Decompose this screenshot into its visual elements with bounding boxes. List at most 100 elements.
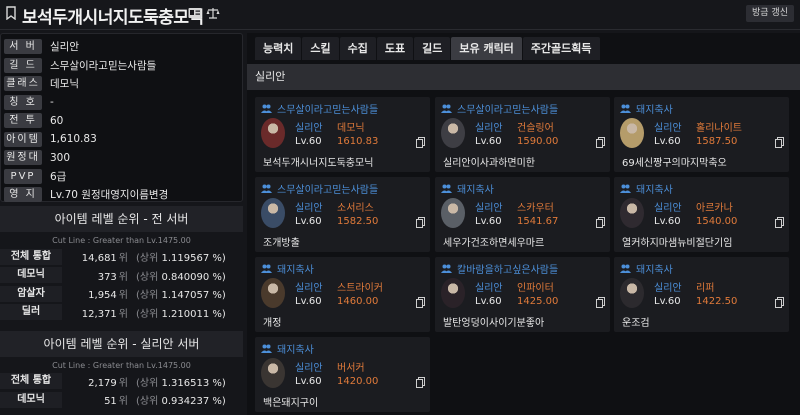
tab-1[interactable]: 능력치 — [255, 37, 302, 60]
rank-category: 전체 통합 — [0, 373, 62, 389]
character-card[interactable]: 돼지축사 실리안 홀리나이트 Lv.60 1587.50 69세신짱구의마지막축오 — [614, 97, 789, 172]
character-card[interactable]: 스무살이라고믿는사람들 실리안 건슬링어 Lv.60 1590.00 실리안이사과하면미한 — [435, 97, 610, 172]
character-card[interactable]: 스무살이라고믿는사람들 실리안 소서리스 Lv.60 1582.50 조개방출 — [255, 177, 430, 252]
character-level: Lv.60 — [295, 216, 322, 227]
character-item-level: 1540.00 — [696, 216, 738, 227]
rank-percent-cell: (상위 0.934237 %) — [136, 392, 226, 407]
copy-icon[interactable] — [775, 137, 784, 148]
guild-name: 돼지축사 — [636, 105, 673, 116]
guild-name: 돼지축사 — [636, 185, 673, 196]
character-card[interactable]: 돼지축사 실리안 스카우터 Lv.60 1541.67 세우가건조하면세우마르 — [435, 177, 610, 252]
rank-percent-prefix: (상위 — [136, 253, 159, 264]
scale-icon[interactable] — [206, 7, 220, 19]
rank-number: 12,371 — [81, 308, 117, 320]
character-item-level: 1582.50 — [337, 216, 379, 227]
rank-percent-cell: (상위 1.147057 %) — [136, 286, 226, 301]
header-bar: 보석두개시너지도둑충모닉 방금 갱신 — [0, 0, 800, 30]
title-icon-group — [188, 7, 220, 19]
character-level: Lv.60 — [475, 216, 502, 227]
rank-row: 데모닉 51 위 (상위 0.934237 %) — [0, 391, 243, 408]
profile-value: 6급 — [50, 170, 67, 183]
profile-label: 길 드 — [4, 57, 42, 73]
guild-name: 스무살이라고믿는사람들 — [277, 185, 379, 196]
character-card[interactable]: 돼지축사 실리안 버서커 Lv.60 1420.00 백은돼지구이 — [255, 337, 430, 412]
copy-icon[interactable] — [596, 137, 605, 148]
profile-row: 칭 호- — [4, 94, 239, 112]
copy-icon[interactable] — [596, 297, 605, 308]
rank-row: 암살자 1,954 위 (상위 1.147057 %) — [0, 285, 243, 302]
character-level: Lv.60 — [475, 136, 502, 147]
character-card[interactable]: 돼지축사 실리안 리퍼 Lv.60 1422.50 운조검 — [614, 257, 789, 332]
character-card[interactable]: 돼지축사 실리안 아르카나 Lv.60 1540.00 열커하지마샘뉴비절단기임 — [614, 177, 789, 252]
character-portrait — [441, 278, 465, 308]
tab-3[interactable]: 수집 — [339, 37, 376, 60]
rank-number: 1,954 — [88, 290, 117, 301]
profile-row: 길 드 스무살이라고믿는사람들 — [4, 57, 239, 75]
character-nickname: 발탄엉덩이사이기분좋아 — [443, 318, 545, 329]
tab-5[interactable]: 길드 — [414, 37, 451, 60]
copy-icon[interactable] — [416, 297, 425, 308]
people-icon — [261, 344, 272, 353]
rank-row: 전체 통합 2,179 위 (상위 1.316513 %) — [0, 373, 243, 390]
guild-name: 돼지축사 — [457, 185, 494, 196]
character-nickname: 69세신짱구의마지막축오 — [622, 158, 727, 169]
copy-icon[interactable] — [416, 217, 425, 228]
copy-icon[interactable] — [596, 217, 605, 228]
tab-2[interactable]: 스킬 — [302, 37, 339, 60]
character-card[interactable]: 스무살이라고믿는사람들 실리안 데모닉 Lv.60 1610.83 보석두개시너지도둑충모… — [255, 97, 430, 172]
character-class: 홀리나이트 — [696, 123, 742, 134]
rank-category: 데모닉 — [0, 267, 62, 283]
guild-line: 스무살이라고믿는사람들 — [261, 101, 378, 116]
bookmark-icon[interactable] — [5, 6, 17, 20]
profile-row: 아이템 1,610.83 — [4, 131, 239, 149]
people-icon — [620, 104, 631, 113]
rank-percent: 1.147057 %) — [161, 290, 226, 301]
rank-number-cell: 51 위 — [62, 392, 130, 407]
rank-number-cell: 373 위 — [62, 268, 130, 283]
rank-category: 암살자 — [0, 285, 62, 302]
character-item-level: 1425.00 — [517, 296, 559, 307]
rank-unit: 위 — [118, 290, 128, 301]
character-class: 데모닉 — [337, 123, 365, 134]
guild-line: 스무살이라고믿는사람들 — [261, 181, 378, 196]
character-server: 실리안 — [654, 203, 682, 214]
rank-server-title: 아이템 레벨 순위 - 실리안 서버 — [0, 330, 243, 357]
rank-percent-cell: (상위 0.840090 %) — [136, 268, 226, 283]
rank-row: 전체 통합 14,681 위 (상위 1.119567 %) — [0, 248, 243, 265]
character-item-level: 1587.50 — [696, 136, 738, 147]
profile-row: 원정대 300 — [4, 149, 239, 167]
server-filter-bar[interactable]: 실리안 — [247, 64, 800, 90]
tab-7[interactable]: 주간골드획득 — [522, 37, 600, 60]
people-icon — [441, 104, 452, 113]
guild-line: 돼지축사 — [441, 181, 494, 196]
rank-percent-prefix: (상위 — [136, 271, 159, 283]
character-card[interactable]: 돼지축사 실리안 스트라이커 Lv.60 1460.00 개정 — [255, 257, 430, 332]
rank-all-table: 전체 통합 14,681 위 (상위 1.119567 %) 데모닉 373 위 (상위 0.… — [0, 248, 243, 321]
refresh-button[interactable]: 방금 갱신 — [746, 5, 794, 22]
profile-label: 서 버 — [4, 39, 42, 55]
character-card[interactable]: 칼바람을하고싶은사람들 실리안 인파이터 Lv.60 1425.00 발탄엉덩이사이기분좋… — [435, 257, 610, 332]
copy-icon[interactable] — [775, 217, 784, 228]
character-level: Lv.60 — [654, 216, 681, 227]
copy-icon[interactable] — [775, 297, 784, 308]
character-name: 보석두개시너지도둑충모닉 — [22, 8, 204, 28]
character-nickname: 운조검 — [622, 318, 650, 329]
copy-icon[interactable] — [416, 377, 425, 388]
rank-percent-cell: (상위 1.119567 %) — [136, 249, 226, 264]
guild-line: 돼지축사 — [620, 101, 673, 116]
tab-6[interactable]: 보유 캐릭터 — [451, 37, 522, 60]
character-class: 버서커 — [337, 363, 365, 374]
rank-category: 딜러 — [0, 304, 62, 320]
id-card-icon[interactable] — [188, 7, 202, 19]
profile-label: 아이템 — [4, 131, 42, 147]
character-class: 인파이터 — [517, 283, 554, 294]
character-portrait — [261, 118, 285, 148]
copy-icon[interactable] — [416, 137, 425, 148]
tab-4[interactable]: 도표 — [376, 37, 414, 60]
character-item-level: 1541.67 — [517, 216, 559, 227]
character-item-level: 1422.50 — [696, 296, 738, 307]
rank-row: 딜러 12,371 위 (상위 1.210011 %) — [0, 304, 243, 321]
rank-percent-prefix: (상위 — [136, 308, 159, 320]
rank-unit: 위 — [118, 271, 128, 283]
character-item-level: 1460.00 — [337, 296, 379, 307]
